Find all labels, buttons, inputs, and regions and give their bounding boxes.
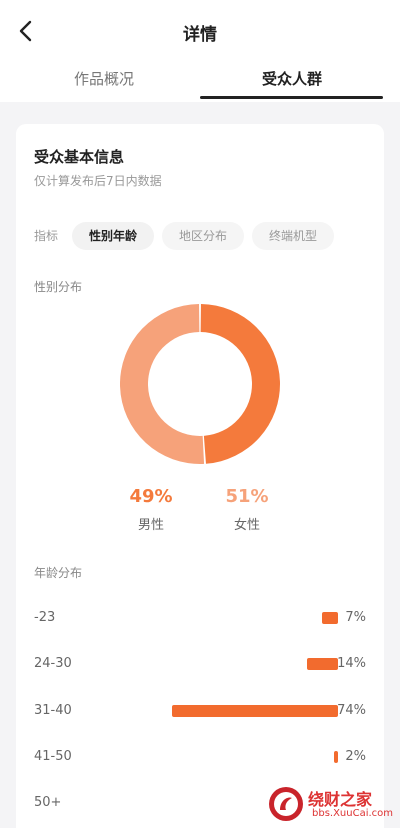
metric-region[interactable]: 地区分布 — [162, 222, 244, 250]
age-row: 31-40 74% — [34, 701, 366, 721]
metric-gender-age[interactable]: 性别年龄 — [72, 222, 154, 250]
tab-audience[interactable]: 受众人群 — [200, 68, 384, 89]
age-category: 50+ — [34, 795, 62, 810]
female-percent: 51% — [225, 486, 269, 507]
metric-label: 指标 — [34, 229, 59, 243]
watermark-url: bbs.XuuCai.com — [312, 808, 394, 819]
tab-overview[interactable]: 作品概况 — [12, 68, 196, 89]
tab-bar: 作品概况 受众人群 — [0, 58, 400, 102]
male-percent: 49% — [129, 486, 173, 507]
gender-donut-chart — [120, 304, 281, 464]
female-label: 女性 — [233, 518, 260, 533]
age-category: 31-40 — [34, 703, 72, 718]
male-label: 男性 — [137, 518, 164, 533]
section-title: 受众基本信息 — [34, 148, 125, 166]
age-row: -23 7% — [34, 608, 366, 628]
age-row: 41-50 2% — [34, 747, 366, 767]
section-subtitle: 仅计算发布后7日内数据 — [34, 174, 162, 188]
donut-slice-male — [200, 304, 281, 464]
gender-title: 性别分布 — [34, 280, 83, 294]
metric-device[interactable]: 终端机型 — [252, 222, 334, 250]
age-value: 74% — [337, 703, 366, 718]
age-row: 24-30 14% — [34, 654, 366, 674]
age-category: 24-30 — [34, 656, 72, 671]
top-bar: 详情 — [0, 0, 400, 64]
active-tab-indicator — [200, 96, 383, 99]
watermark: 绕财之家 bbs.XuuCai.com — [266, 784, 396, 824]
age-bar — [172, 705, 338, 717]
age-category: -23 — [34, 610, 56, 625]
age-value: 7% — [345, 610, 366, 625]
age-bar — [333, 751, 338, 763]
watermark-title: 绕财之家 — [308, 790, 373, 809]
watermark-logo-icon — [269, 787, 303, 821]
audience-card: 受众基本信息 仅计算发布后7日内数据 指标 性别年龄 地区分布 终端机型 性别分… — [16, 124, 384, 828]
page-title: 详情 — [183, 25, 217, 45]
age-title: 年龄分布 — [34, 566, 83, 580]
donut-slice-female — [120, 304, 205, 464]
age-value: 2% — [345, 749, 366, 764]
age-value: 14% — [337, 656, 366, 671]
age-bar — [322, 612, 338, 624]
age-bar — [306, 658, 338, 670]
age-category: 41-50 — [34, 749, 72, 764]
